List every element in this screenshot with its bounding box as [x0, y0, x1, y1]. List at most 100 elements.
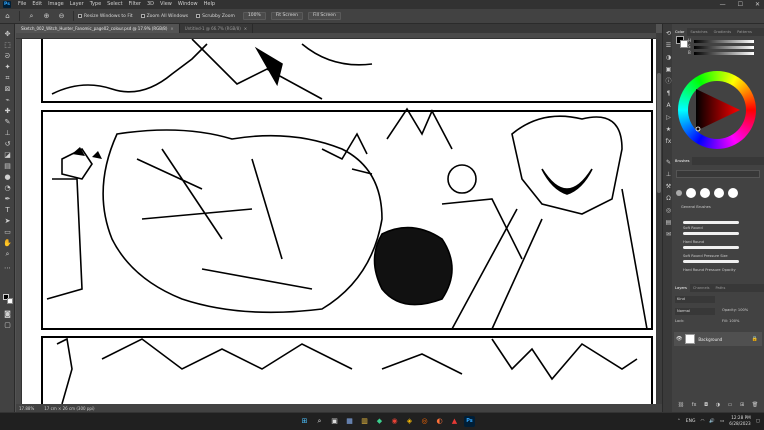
brush-preset-icon[interactable]	[714, 188, 724, 198]
healing-brush-icon[interactable]: ✚	[3, 107, 12, 115]
fill-screen-button[interactable]: Fill Screen	[307, 12, 341, 20]
brush-preset-icon[interactable]	[686, 188, 696, 198]
properties-panel-icon[interactable]: ☰	[665, 42, 672, 49]
tab-untitled-doc[interactable]: Untitled-1 @ 66.7% (RGB/8) ×	[180, 24, 254, 33]
search-icon[interactable]: ⌕	[314, 416, 325, 427]
quick-mask-icon[interactable]: ◙	[3, 310, 12, 318]
color-wheel[interactable]	[678, 71, 756, 149]
brush-size-field[interactable]	[676, 170, 760, 178]
menu-layer[interactable]: Layer	[67, 0, 87, 9]
scrollbar-thumb[interactable]	[657, 73, 661, 193]
zoom-tool-icon[interactable]: ⌕	[3, 250, 12, 258]
canvas-area[interactable]	[22, 39, 656, 404]
tab-channels[interactable]: Channels	[690, 284, 713, 292]
move-tool-icon[interactable]: ✥	[3, 30, 12, 38]
brush-item[interactable]: Soft Round	[675, 226, 761, 236]
layer-filter-dropdown[interactable]: Kind	[675, 296, 715, 303]
menu-filter[interactable]: Filter	[126, 0, 144, 9]
brush-settings-icon[interactable]: ✎	[665, 159, 672, 166]
menu-file[interactable]: File	[15, 0, 29, 9]
scrubby-zoom-checkbox[interactable]: Scrubby Zoom	[196, 14, 235, 19]
timeline-icon[interactable]: ▤	[665, 219, 672, 226]
notifications-icon[interactable]: ▢	[756, 419, 760, 424]
character-panel-icon[interactable]: A	[665, 102, 672, 109]
history-brush-icon[interactable]: ↺	[3, 140, 12, 148]
zoom-100-button[interactable]: 100%	[242, 12, 266, 20]
frame-tool-icon[interactable]: ⊠	[3, 85, 12, 93]
blend-mode-dropdown[interactable]: Normal	[675, 308, 715, 315]
actions-panel-icon[interactable]: ▷	[665, 114, 672, 121]
fx-icon[interactable]: fx	[692, 402, 697, 410]
menu-select[interactable]: Select	[104, 0, 125, 9]
eyedropper-icon[interactable]: ⌁	[3, 96, 12, 104]
adjustment-layer-icon[interactable]: ◑	[716, 402, 720, 410]
clone-source-icon[interactable]: ⊥	[665, 171, 672, 178]
widgets-icon[interactable]: ▦	[344, 416, 355, 427]
brush-preset-icon[interactable]	[728, 188, 738, 198]
minimize-button[interactable]: —	[720, 0, 726, 9]
layer-row[interactable]: 👁 Background 🔒	[674, 332, 762, 346]
app-icon[interactable]: ▲	[449, 416, 460, 427]
gradient-tool-icon[interactable]: ▤	[3, 162, 12, 170]
magic-wand-icon[interactable]: ✦	[3, 63, 12, 71]
brush-item[interactable]: Hard Round Pressure Opacity	[675, 268, 761, 278]
hue-slider[interactable]	[694, 40, 754, 43]
close-icon[interactable]: ×	[244, 24, 247, 33]
comic-page[interactable]	[22, 39, 656, 404]
menu-image[interactable]: Image	[45, 0, 67, 9]
new-layer-icon[interactable]: ⊞	[740, 402, 744, 410]
tab-patterns[interactable]: Patterns	[734, 28, 755, 36]
color-triangle[interactable]	[688, 81, 746, 139]
styles-panel-icon[interactable]: fx	[665, 138, 672, 145]
trash-icon[interactable]: 🗑	[752, 402, 758, 410]
brush-item[interactable]: Hard Round	[675, 240, 761, 250]
eraser-tool-icon[interactable]: ◪	[3, 151, 12, 159]
adjustments-panel-icon[interactable]: ◑	[665, 54, 672, 61]
mask-icon[interactable]: ◘	[704, 402, 708, 410]
menu-edit[interactable]: Edit	[29, 0, 45, 9]
brush-group[interactable]: General Brushes	[675, 205, 761, 215]
resize-windows-checkbox[interactable]: Resize Windows to Fit	[78, 14, 133, 19]
app-icon[interactable]: ◎	[419, 416, 430, 427]
opacity-field[interactable]: Opacity: 100%	[722, 308, 748, 312]
file-explorer-icon[interactable]: ▥	[359, 416, 370, 427]
close-icon[interactable]: ×	[170, 24, 173, 33]
path-select-icon[interactable]: ➤	[3, 217, 12, 225]
start-icon[interactable]: ⊞	[299, 416, 310, 427]
tab-witch-hunter-doc[interactable]: Sketch_002_Witch_Hunter_Fanomic_page02_c…	[16, 24, 180, 33]
group-icon[interactable]: ▭	[728, 402, 733, 410]
background-color-swatch[interactable]	[680, 40, 688, 48]
foreground-background-colors[interactable]	[3, 294, 13, 304]
tab-color[interactable]: Color	[672, 28, 688, 36]
menu-window[interactable]: Window	[175, 0, 201, 9]
saturation-slider[interactable]	[694, 46, 754, 49]
zoom-out-icon[interactable]: ⊖	[57, 12, 66, 21]
firefox-icon[interactable]: ◐	[434, 416, 445, 427]
menu-view[interactable]: View	[157, 0, 175, 9]
menu-type[interactable]: Type	[87, 0, 104, 9]
photoshop-taskbar-icon[interactable]: Ps	[464, 416, 475, 427]
language-indicator[interactable]: ENG	[686, 419, 696, 424]
clone-stamp-icon[interactable]: ⊥	[3, 129, 12, 137]
dodge-tool-icon[interactable]: ◔	[3, 184, 12, 192]
tab-swatches[interactable]: Swatches	[687, 28, 710, 36]
glyphs-panel-icon[interactable]: Ω	[665, 195, 672, 202]
tab-layers[interactable]: Layers	[672, 284, 690, 292]
tool-presets-icon[interactable]: ⚒	[665, 183, 672, 190]
home-icon[interactable]: ⌂	[3, 12, 12, 21]
more-tools-icon[interactable]: ⋯	[3, 264, 12, 272]
link-icon[interactable]: ⛓	[678, 402, 684, 410]
screen-mode-icon[interactable]: ▢	[3, 321, 12, 329]
zoom-all-checkbox[interactable]: Zoom All Windows	[140, 14, 188, 19]
navigator-icon[interactable]: ◎	[665, 207, 672, 214]
maximize-button[interactable]: ☐	[738, 0, 743, 9]
wifi-icon[interactable]: ◠	[700, 419, 704, 424]
brush-preset-icon[interactable]	[700, 188, 710, 198]
marquee-tool-icon[interactable]: ⬚	[3, 41, 12, 49]
task-view-icon[interactable]: ▣	[329, 416, 340, 427]
battery-icon[interactable]: ▭	[720, 419, 724, 424]
background-color-swatch[interactable]	[7, 298, 13, 304]
clock[interactable]: 12:28 PM 6/28/2023	[729, 415, 750, 427]
brush-item[interactable]: Soft Round Pressure Size	[675, 254, 761, 264]
crop-tool-icon[interactable]: ⌗	[3, 74, 12, 82]
